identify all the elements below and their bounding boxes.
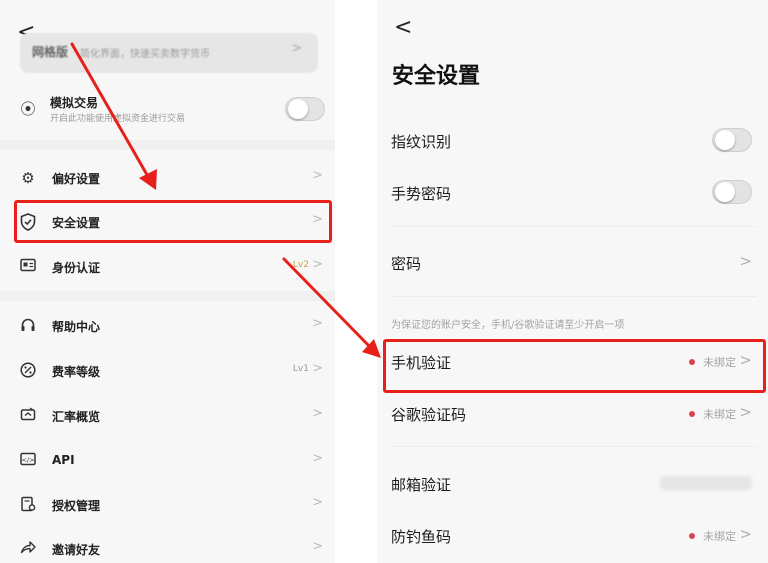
annotation-arrows <box>70 42 381 358</box>
arrow-to-security-settings <box>70 42 152 182</box>
arrow-head <box>139 169 157 190</box>
arrow-to-phone-verification <box>282 257 374 351</box>
